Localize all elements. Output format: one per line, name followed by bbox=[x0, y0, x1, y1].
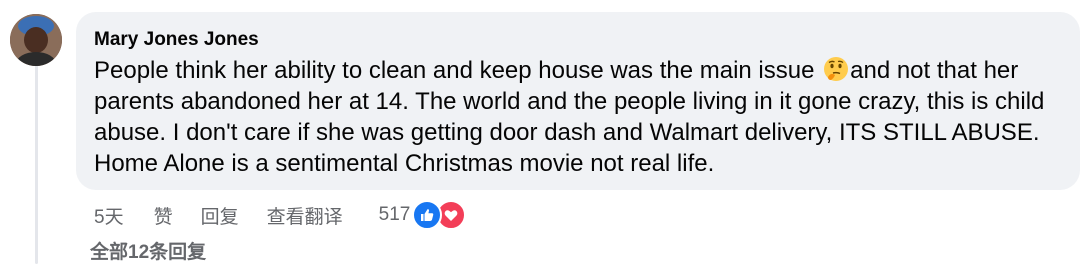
see-translation-button[interactable]: 查看翻译 bbox=[267, 202, 343, 229]
thinking-face-icon bbox=[823, 56, 849, 82]
comment-text: People think her ability to clean and ke… bbox=[94, 55, 1064, 179]
reactions-summary[interactable]: 517 bbox=[379, 200, 467, 230]
comment-actions: 5天 赞 回复 查看翻译 517 bbox=[94, 200, 467, 230]
like-icon bbox=[412, 200, 443, 230]
view-replies-link[interactable]: 全部12条回复 bbox=[90, 240, 206, 266]
like-button[interactable]: 赞 bbox=[154, 202, 173, 229]
reaction-count: 517 bbox=[378, 204, 411, 225]
comment-bubble: Mary Jones Jones People think her abilit… bbox=[76, 12, 1080, 190]
comment-text-part-1: People think her ability to clean and ke… bbox=[94, 57, 822, 84]
reply-button[interactable]: 回复 bbox=[201, 202, 239, 229]
comment-timestamp[interactable]: 5天 bbox=[94, 202, 124, 229]
avatar[interactable] bbox=[10, 14, 62, 66]
thread-line bbox=[35, 64, 38, 264]
comment-author[interactable]: Mary Jones Jones bbox=[94, 27, 1064, 53]
